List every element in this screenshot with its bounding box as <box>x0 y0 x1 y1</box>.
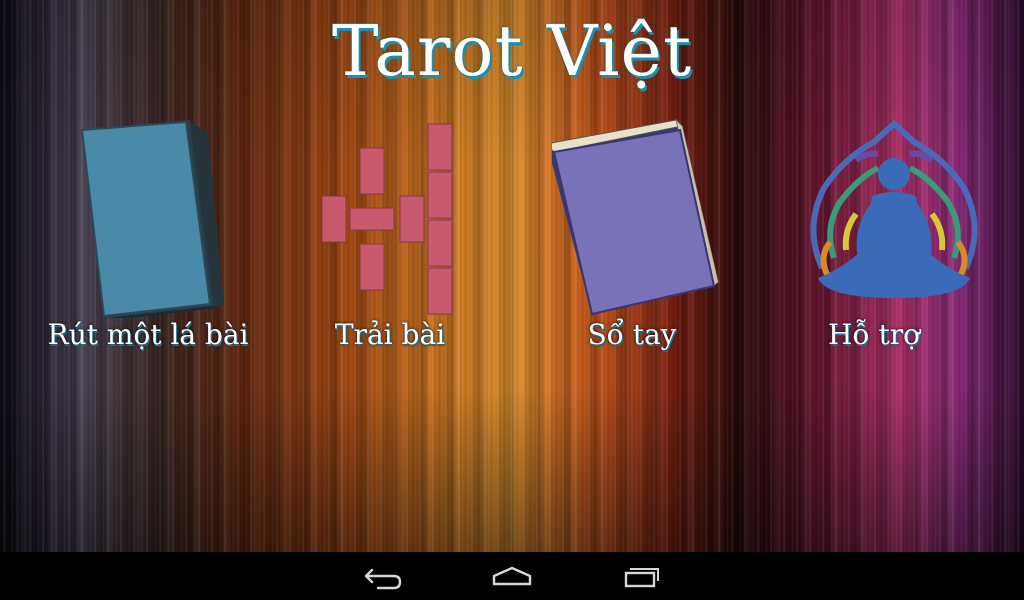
menu-label-draw-card: Rút một lá bài <box>47 318 249 351</box>
menu-item-notebook[interactable]: Sổ tay <box>512 118 752 368</box>
back-icon <box>364 568 402 590</box>
menu-label-spread: Trải bài <box>334 318 446 351</box>
app-title: Tarot Việt <box>331 10 693 92</box>
system-navbar <box>0 552 1024 600</box>
card-spread-icon <box>321 123 453 315</box>
menu-label-support: Hỗ trợ <box>828 318 920 351</box>
menu-item-draw-card[interactable]: Rút một lá bài <box>28 118 268 368</box>
menu-item-spread[interactable]: Trải bài <box>270 118 510 368</box>
nav-back-button[interactable] <box>354 558 414 594</box>
home-screen: Tarot Việt Rút một lá bài Trải bài Sổ ta… <box>0 0 1024 600</box>
nav-recent-apps-button[interactable] <box>610 558 670 594</box>
home-icon <box>492 566 532 586</box>
recent-apps-icon <box>624 568 659 588</box>
menu-item-support[interactable]: Hỗ trợ <box>754 118 994 368</box>
menu-label-notebook: Sổ tay <box>587 318 677 351</box>
nav-home-button[interactable] <box>482 558 542 594</box>
card-deck-icon <box>80 120 224 318</box>
meditation-icon <box>810 120 978 298</box>
book-icon <box>552 118 719 316</box>
